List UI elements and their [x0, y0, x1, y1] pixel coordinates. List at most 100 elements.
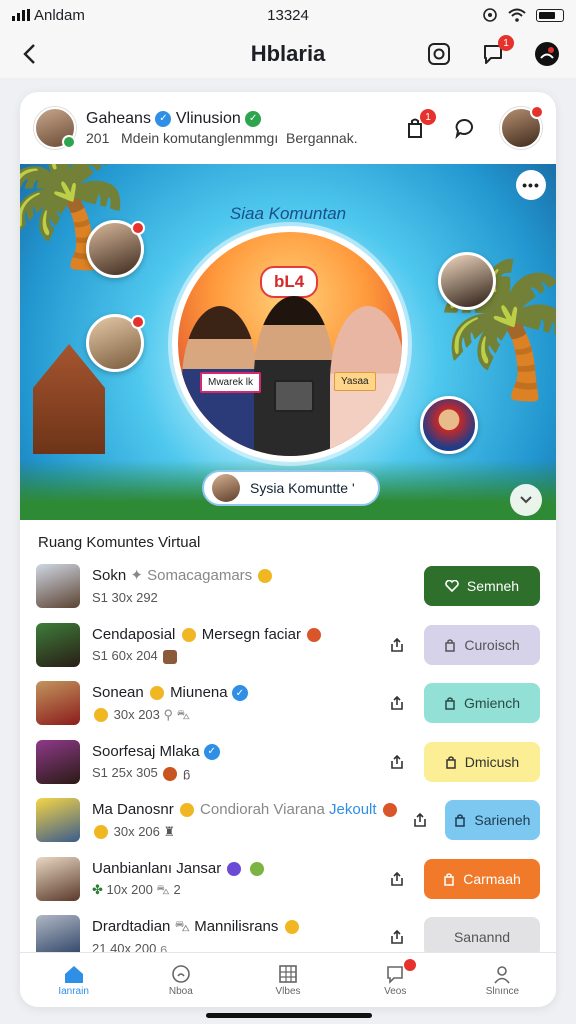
share-icon[interactable] — [411, 812, 429, 828]
list-item[interactable]: Sonean Miunena ✓ 30x 203 ⚲ ⛍ Gmiench — [20, 674, 556, 733]
row-avatar — [36, 681, 80, 726]
row-name: Drardtadian — [92, 918, 171, 936]
post-card: Gaheans ✓ Vlinusion ✓ 201 Mdein komutang… — [20, 92, 556, 1007]
emoji-icon — [94, 825, 108, 840]
comment-button[interactable] — [450, 113, 480, 143]
emoji-icon — [163, 766, 178, 781]
row-name: Soorfesaj Mlaka — [92, 742, 200, 760]
row-meta: S1 60x 204 — [92, 648, 158, 664]
chevron-down-icon — [520, 496, 532, 504]
row-action-label: Semneh — [466, 578, 520, 595]
row-action-label: Carmaah — [463, 870, 521, 887]
nav-vibes[interactable]: Vlbes — [234, 953, 341, 1007]
emoji-icon — [179, 803, 194, 818]
list-item[interactable]: Cendaposial Mersegn faciar S1 60x 204 Cu… — [20, 616, 556, 675]
emoji-icon — [258, 569, 273, 584]
list-item[interactable]: Soorfesaj Mlaka ✓ S1 25x 305 ᵷ Dmicush — [20, 733, 556, 792]
community-pill-button[interactable]: Sysia Komuntte ' — [202, 470, 380, 506]
nav-label: Nboa — [168, 985, 193, 997]
notifications-button[interactable]: 1 — [478, 35, 514, 69]
home-indicator — [206, 1013, 372, 1018]
emoji-icon — [149, 686, 164, 701]
back-button[interactable] — [14, 39, 44, 69]
circle-label: bL4 — [260, 266, 319, 298]
author-name[interactable]: Gaheans — [86, 110, 151, 127]
row-action-button[interactable]: Semneh — [424, 566, 540, 607]
member-avatar-1[interactable] — [86, 220, 145, 278]
row-meta-2: 2 — [173, 882, 181, 898]
member-avatar-2[interactable] — [86, 314, 145, 372]
row-extra-link[interactable]: Jekoult — [329, 801, 377, 818]
nav-messages[interactable]: Veos — [342, 953, 449, 1007]
pill-avatar — [212, 474, 240, 502]
person-center — [254, 296, 334, 456]
bag-icon — [455, 814, 466, 827]
row-avatar — [36, 856, 80, 901]
save-button[interactable]: 1 — [400, 109, 436, 143]
row-action-label: Gmiench — [463, 695, 521, 712]
expand-button[interactable] — [510, 484, 542, 516]
share-icon[interactable] — [386, 871, 408, 887]
nav-label: Ianrain — [58, 985, 89, 997]
row-name: Sonean — [92, 684, 144, 702]
heart-icon — [445, 580, 459, 593]
row-name: Sokn — [92, 567, 127, 585]
emoji-icon — [163, 649, 178, 664]
row-action-button[interactable]: Dmicush — [424, 741, 540, 782]
verified-icon: ✓ — [203, 743, 220, 760]
emoji-icon — [307, 627, 322, 642]
share-icon[interactable] — [386, 695, 408, 711]
comment-icon — [455, 119, 473, 139]
tag-right: Yasaa — [334, 372, 376, 391]
list-item[interactable]: Uanbianlanı Jansar ✤ 10x 200 ⛍ 2 Carmaah — [20, 850, 556, 909]
share-icon[interactable] — [386, 637, 408, 653]
chat-icon — [387, 965, 404, 984]
emoji-icon — [227, 861, 242, 876]
bag-icon — [445, 697, 455, 710]
emoji-icon — [249, 861, 264, 876]
row-action-button[interactable]: Gmiench — [424, 683, 540, 724]
home-icon — [64, 965, 83, 983]
nav-home[interactable]: Ianrain — [20, 953, 127, 1007]
row-action-label: Sarieneh — [474, 812, 531, 829]
emoji-icon — [181, 627, 196, 642]
row-name: Uanbianlanı Jansar — [92, 859, 222, 877]
community-banner[interactable]: 🌴 🌴 Siaa Komuntan ••• bL4 Mwarek lk Yasa… — [20, 164, 556, 520]
banner-title: Siaa Komuntan — [229, 204, 347, 223]
wifi-icon — [508, 8, 526, 22]
featured-members-circle[interactable]: bL4 Mwarek lk Yasaa — [172, 226, 408, 462]
row-action-button[interactable]: Sarieneh — [444, 800, 540, 841]
post-subtitle: 201 Mdein komutanglenmmgı Bergannak. — [86, 130, 358, 147]
member-avatar-4[interactable] — [420, 396, 478, 454]
list-title: Ruang Komuntes Virtual — [38, 534, 201, 551]
member-avatar-3[interactable] — [438, 252, 496, 310]
row-meta: S1 30x 292 — [92, 589, 158, 605]
share-icon[interactable] — [386, 929, 408, 945]
list-item[interactable]: Ma Danosnr Condiorah Viarana Jekoult 30x… — [20, 791, 556, 850]
location-icon — [483, 8, 497, 22]
post-header: Gaheans ✓ Vlinusion ✓ 201 Mdein komutang… — [20, 92, 556, 164]
more-options-button[interactable]: ••• — [516, 170, 546, 200]
profile-menu-button[interactable] — [532, 39, 562, 69]
community-list: Ruang Komuntes Virtual Sokn ✦ Somacagama… — [20, 520, 556, 960]
row-extra: Mersegn faciar — [201, 625, 301, 643]
instagram-button[interactable] — [424, 39, 454, 69]
row-action-button[interactable]: Carmaah — [424, 858, 540, 899]
row-meta: 30x 206 — [113, 823, 160, 839]
nav-activity[interactable]: Nboa — [127, 953, 234, 1007]
list-item[interactable]: Sokn ✦ Somacagamars S1 30x 292 Semneh — [20, 557, 556, 616]
bag-icon — [444, 873, 454, 886]
row-action-label: Sanannd — [453, 929, 511, 946]
author-avatar[interactable] — [34, 107, 76, 149]
carrier-label: Anldam — [34, 6, 85, 24]
row-avatar — [36, 798, 80, 843]
row-extra: Miunena — [170, 684, 228, 702]
nav-label: Slnınce — [485, 985, 520, 997]
nav-profile[interactable]: Slnınce — [449, 953, 556, 1007]
author-name-2[interactable]: Vlinusion — [176, 110, 241, 127]
share-icon[interactable] — [386, 754, 408, 770]
row-action-button[interactable]: Curoisch — [424, 624, 540, 665]
save-badge: 1 — [420, 109, 436, 125]
bag-icon — [445, 639, 456, 652]
viewer-avatar[interactable] — [500, 105, 544, 149]
